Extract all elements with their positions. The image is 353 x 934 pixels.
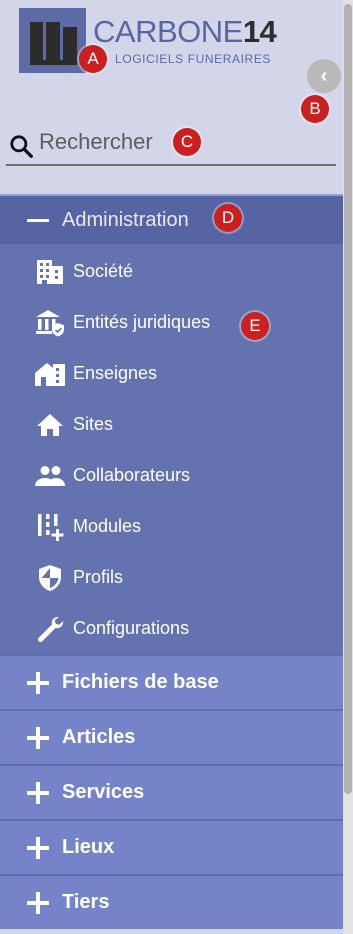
logo-tagline: LOGICIELS FUNERAIRES: [115, 52, 272, 66]
plus-icon: [27, 671, 49, 694]
shield-icon: [34, 563, 66, 593]
building-icon: [34, 257, 66, 287]
menu-item-label: Configurations: [73, 618, 190, 638]
menu-group-label: Lieux: [62, 836, 115, 858]
storefront-icon: [34, 359, 66, 389]
annotation-marker-c: C: [173, 128, 201, 156]
menu-item-modules[interactable]: Modules: [0, 501, 343, 552]
scrollbar-thumb[interactable]: [344, 4, 352, 794]
menu-item-label: Sites: [73, 414, 114, 434]
minus-icon: [27, 218, 49, 222]
menu-group-label: Services: [62, 781, 145, 803]
menu-item-profils[interactable]: Profils: [0, 552, 343, 603]
home-icon: [34, 410, 66, 440]
menu-group-administration: Administration Société Entités juridique…: [0, 196, 343, 654]
menu-item-societe[interactable]: Société: [0, 246, 343, 297]
menu-group-articles[interactable]: Articles: [0, 709, 343, 764]
navigation-menu: Administration Société Entités juridique…: [0, 194, 343, 929]
logo-title: CARBONE14: [93, 14, 277, 49]
collapse-sidebar-button[interactable]: ‹: [307, 59, 341, 93]
menu-group-fichiers-de-base[interactable]: Fichiers de base: [0, 654, 343, 709]
chevron-left-icon: ‹: [320, 64, 328, 87]
menu-group-tiers[interactable]: Tiers: [0, 874, 343, 929]
annotation-marker-d: D: [214, 204, 242, 232]
menu-group-label: Articles: [62, 726, 136, 748]
menu-item-label: Enseignes: [73, 363, 158, 383]
plus-icon: [27, 836, 49, 859]
menu-item-label: Société: [73, 261, 134, 281]
scrollbar[interactable]: [343, 0, 353, 934]
plus-icon: [27, 781, 49, 804]
menu-group-label: Tiers: [62, 891, 110, 913]
people-icon: [34, 461, 66, 491]
plus-icon: [27, 726, 49, 749]
menu-item-enseignes[interactable]: Enseignes: [0, 348, 343, 399]
plus-icon: [27, 891, 49, 914]
annotation-marker-e: E: [241, 312, 269, 340]
menu-group-lieux[interactable]: Lieux: [0, 819, 343, 874]
carbone14-logo[interactable]: CARBONE14 LOGICIELS FUNERAIRES: [19, 8, 309, 78]
modules-add-icon: [34, 512, 66, 542]
menu-item-sites[interactable]: Sites: [0, 399, 343, 450]
menu-item-configurations[interactable]: Configurations: [0, 603, 343, 654]
menu-group-services[interactable]: Services: [0, 764, 343, 819]
menu-item-label: Modules: [73, 516, 142, 536]
bank-shield-icon: [34, 308, 66, 338]
menu-group-label: Fichiers de base: [62, 671, 219, 693]
search-bar: [6, 122, 336, 166]
annotation-marker-a: A: [79, 45, 107, 73]
annotation-marker-b: B: [301, 95, 329, 123]
menu-item-label: Collaborateurs: [73, 465, 191, 485]
sidebar: CARBONE14 LOGICIELS FUNERAIRES ‹ Adminis…: [0, 0, 343, 934]
menu-item-entites-juridiques[interactable]: Entités juridiques: [0, 297, 343, 348]
menu-group-label: Administration: [62, 208, 189, 231]
logo-mark-icon: [19, 8, 86, 73]
wrench-icon: [34, 614, 66, 644]
menu-group-header-administration[interactable]: Administration: [0, 196, 343, 244]
search-icon: [10, 135, 33, 158]
menu-item-label: Profils: [73, 567, 124, 587]
menu-item-label: Entités juridiques: [73, 312, 211, 332]
menu-item-collaborateurs[interactable]: Collaborateurs: [0, 450, 343, 501]
